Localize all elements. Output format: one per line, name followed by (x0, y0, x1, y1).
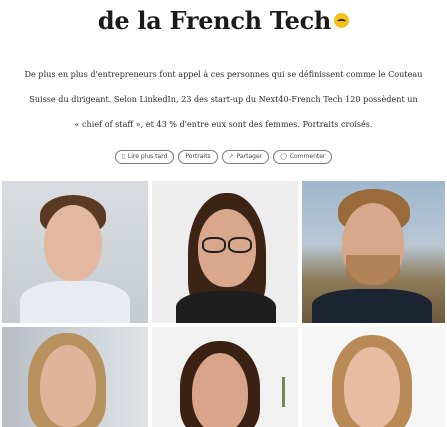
comment-label: Commenter (289, 153, 326, 160)
article-actions: ▯ Lire plus tard Portraits ↗ Partager ◯ Com… (0, 150, 447, 164)
portrait-photo-1[interactable] (2, 181, 148, 323)
portrait-photo-2[interactable] (152, 181, 298, 323)
portrait-photo-6[interactable] (302, 327, 445, 427)
lede-line-1: De plus en plus d'entrepreneurs font app… (24, 69, 423, 79)
comment-icon: ◯ (280, 153, 287, 160)
read-later-label: Lire plus tard (127, 153, 168, 160)
lede-line-3: « chief of staff », et 43 % d'entre eux … (74, 119, 373, 129)
portrait-photo-5[interactable] (152, 327, 298, 427)
portrait-photo-4[interactable] (2, 327, 148, 427)
bookmark-icon: ▯ (121, 153, 125, 160)
share-icon: ↗ (228, 153, 234, 160)
read-later-button[interactable]: ▯ Lire plus tard (114, 150, 175, 164)
portrait-photo-3[interactable] (302, 181, 445, 323)
lede-line-2: Suisse du dirigeant. Selon LinkedIn, 23 … (29, 94, 418, 104)
headline-text: de la French Tech (97, 6, 332, 35)
share-button[interactable]: ↗ Partager (221, 150, 270, 164)
article-lede: De plus en plus d'entrepreneurs font app… (4, 62, 443, 137)
share-label: Partager (236, 153, 263, 160)
comment-button[interactable]: ◯ Commenter (273, 150, 333, 164)
portrait-grid (2, 181, 445, 427)
portraits-tag[interactable]: Portraits (178, 150, 218, 164)
grinning-face-emoji-icon (334, 13, 350, 28)
article-headline: de la French Tech (0, 6, 447, 35)
portraits-label: Portraits (185, 153, 211, 160)
